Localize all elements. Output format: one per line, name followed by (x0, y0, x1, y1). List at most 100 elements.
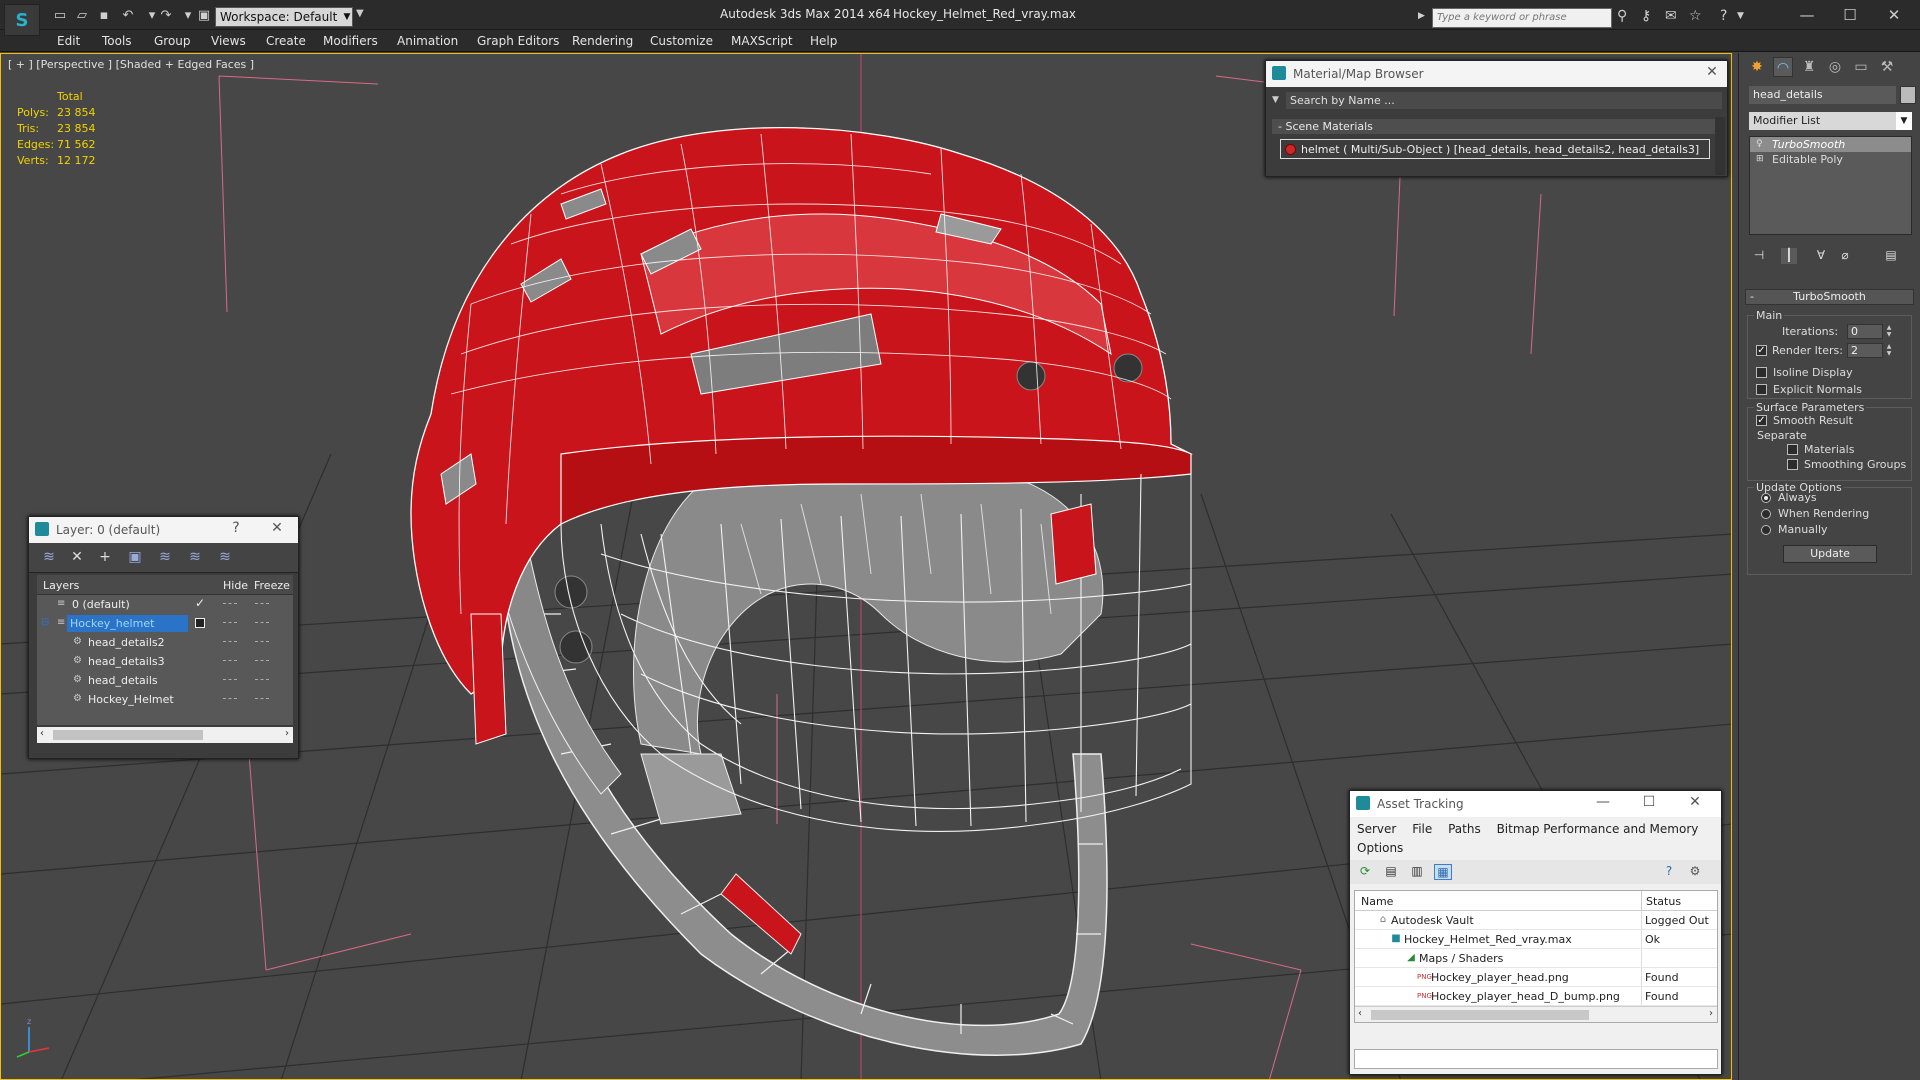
redo-icon[interactable]: ↷ (158, 8, 174, 24)
freeze-toggle[interactable] (255, 603, 269, 604)
smooth-result-checkbox[interactable]: ✓ (1756, 415, 1767, 426)
open-file-icon[interactable]: ▱ (74, 8, 90, 24)
freeze-all-layers-icon[interactable]: ≋ (215, 549, 235, 567)
close-icon[interactable]: ✕ (1702, 64, 1722, 80)
material-search-input[interactable]: Search by Name ... (1286, 92, 1722, 109)
object-color-swatch[interactable] (1900, 86, 1916, 104)
remove-modifier-icon[interactable]: ⌀ (1837, 248, 1853, 264)
project-folder-icon[interactable]: ▣ (196, 8, 212, 24)
lightbulb-icon[interactable]: ♀ (1756, 139, 1763, 149)
spinner-arrows-icon[interactable]: ▲ ▼ (1885, 343, 1893, 358)
expand-icon[interactable]: ⊞ (1756, 154, 1764, 164)
collapse-icon[interactable]: - (1750, 290, 1754, 303)
scroll-right-icon[interactable]: › (1709, 1008, 1713, 1019)
list-view-icon[interactable]: ▤ (1382, 864, 1400, 880)
hide-all-layers-icon[interactable]: ≋ (185, 549, 205, 567)
help-query-icon[interactable]: ? (1660, 864, 1678, 880)
isoline-display-checkbox[interactable] (1756, 367, 1767, 378)
material-browser-titlebar[interactable]: Material/Map Browser ✕ (1266, 61, 1727, 87)
layer-row[interactable]: ⚙ Hockey_Helmet (37, 690, 293, 709)
asset-tracking-titlebar[interactable]: Asset Tracking — ☐ ✕ (1350, 791, 1721, 817)
expand-icon[interactable]: ⊟ (41, 617, 52, 628)
browser-options-arrow-icon[interactable]: ▼ (1272, 95, 1279, 105)
show-end-result-icon[interactable]: ┃ (1781, 248, 1797, 264)
iterations-spinner[interactable]: 0 (1847, 324, 1883, 339)
update-button[interactable]: Update (1783, 545, 1877, 563)
maximize-window-button[interactable]: ☐ (1830, 4, 1870, 26)
asset-row[interactable]: ⌂ Autodesk Vault Logged Out (1355, 911, 1717, 930)
vertical-scrollbar[interactable] (1715, 117, 1725, 175)
menu-tools[interactable]: Tools (102, 34, 132, 48)
chevron-right-icon[interactable]: ▶ (1418, 11, 1425, 21)
close-window-button[interactable]: ✕ (1874, 4, 1914, 26)
keyword-search-input[interactable]: Type a keyword or phrase (1432, 8, 1612, 28)
app-menu-button[interactable]: S (4, 4, 40, 36)
chevron-down-icon[interactable]: ▼ (1737, 11, 1744, 21)
scrollbar-thumb[interactable] (53, 730, 203, 740)
display-tab-icon[interactable]: ▭ (1851, 57, 1871, 77)
stack-item-turbosmooth[interactable]: ♀ TurboSmooth (1750, 137, 1911, 152)
delete-layer-icon[interactable]: ✕ (67, 549, 87, 567)
create-tab-icon[interactable]: ✸ (1747, 57, 1767, 77)
freeze-toggle[interactable] (255, 641, 269, 642)
communication-icon[interactable]: ✉ (1665, 8, 1677, 24)
menu-edit[interactable]: Edit (57, 34, 80, 48)
column-name[interactable]: Name (1361, 895, 1393, 908)
viewport-label[interactable]: [ + ] [Perspective ] [Shaded + Edged Fac… (8, 58, 254, 71)
maximize-button[interactable]: ☐ (1639, 794, 1659, 810)
scroll-left-icon[interactable]: ‹ (1358, 1008, 1362, 1019)
binoculars-icon[interactable]: ⚲ (1617, 8, 1627, 24)
menu-bitmap-performance[interactable]: Bitmap Performance and Memory (1497, 822, 1699, 836)
modify-tab-icon[interactable]: ◠ (1773, 57, 1793, 77)
utilities-tab-icon[interactable]: ⚒ (1877, 57, 1897, 77)
layer-row[interactable]: ⚙ head_details (37, 671, 293, 690)
layer-row[interactable]: ⊟ ≡ Hockey_helmet (37, 614, 293, 633)
hide-toggle[interactable] (223, 698, 237, 699)
menu-rendering[interactable]: Rendering (572, 34, 633, 48)
minimize-button[interactable]: — (1593, 794, 1613, 810)
menu-customize[interactable]: Customize (650, 34, 713, 48)
menu-create[interactable]: Create (266, 34, 306, 48)
freeze-toggle[interactable] (255, 622, 269, 623)
minimize-window-button[interactable]: — (1787, 4, 1827, 26)
layer-row[interactable]: ⚙ head_details3 (37, 652, 293, 671)
favorites-star-icon[interactable]: ☆ (1689, 8, 1702, 24)
chevron-down-icon[interactable]: ▼ (1896, 112, 1912, 130)
tree-view-icon[interactable]: ▥ (1408, 864, 1426, 880)
close-icon[interactable]: ✕ (1685, 794, 1705, 810)
hierarchy-tab-icon[interactable]: ♜ (1799, 57, 1819, 77)
highlight-layer-icon[interactable]: ≋ (155, 549, 175, 567)
workspace-select[interactable]: Workspace: Default (215, 7, 353, 27)
subscription-icon[interactable]: ⚷ (1641, 8, 1651, 24)
help-icon[interactable]: ? (1720, 8, 1727, 24)
asset-path-field[interactable] (1354, 1049, 1718, 1069)
hide-toggle[interactable] (223, 603, 237, 604)
close-icon[interactable]: ✕ (267, 520, 287, 536)
add-to-layer-icon[interactable]: + (95, 549, 115, 567)
current-layer-check-icon[interactable]: ✓ (195, 596, 205, 610)
separate-smoothing-groups-checkbox[interactable] (1787, 459, 1798, 470)
scroll-left-icon[interactable]: ‹ (40, 728, 44, 739)
layer-window-titlebar[interactable]: Layer: 0 (default) ? ✕ (29, 517, 298, 543)
hide-toggle[interactable] (223, 679, 237, 680)
menu-group[interactable]: Group (154, 34, 191, 48)
render-iters-checkbox[interactable]: ✓ (1756, 345, 1767, 356)
menu-help[interactable]: Help (810, 34, 837, 48)
update-always-radio[interactable] (1761, 493, 1771, 503)
modifier-list-select[interactable]: Modifier List (1749, 112, 1912, 130)
explicit-normals-checkbox[interactable] (1756, 384, 1767, 395)
column-status[interactable]: Status (1646, 895, 1681, 908)
hide-toggle[interactable] (223, 622, 237, 623)
current-layer-checkbox[interactable] (195, 618, 205, 628)
column-layers[interactable]: Layers (43, 579, 79, 592)
menu-views[interactable]: Views (211, 34, 246, 48)
table-view-icon[interactable]: ▦ (1434, 864, 1452, 880)
dropdown-arrow-icon[interactable]: ▼ (356, 8, 364, 19)
new-file-icon[interactable]: ▭ (52, 8, 68, 24)
menu-server[interactable]: Server (1357, 822, 1396, 836)
separate-materials-checkbox[interactable] (1787, 444, 1798, 455)
column-freeze[interactable]: Freeze (254, 579, 290, 592)
layer-row[interactable]: ≡ 0 (default) ✓ (37, 595, 293, 614)
update-manually-radio[interactable] (1761, 525, 1771, 535)
freeze-toggle[interactable] (255, 660, 269, 661)
